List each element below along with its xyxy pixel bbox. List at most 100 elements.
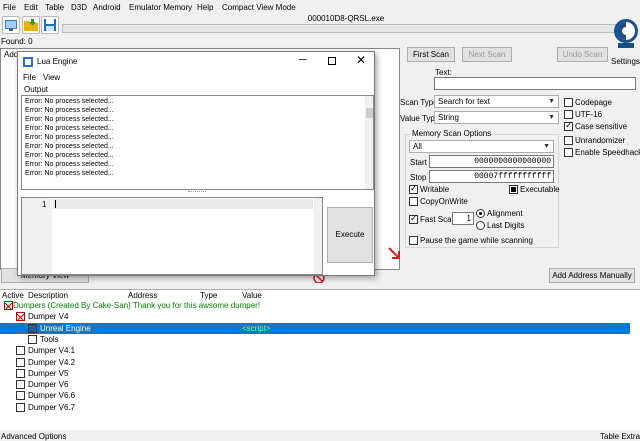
scan-type-select[interactable]: Search for text ▼	[434, 95, 559, 108]
editor-scrollbar[interactable]	[314, 198, 322, 274]
column-address[interactable]: Address	[128, 291, 157, 300]
output-line: Error: No process selected...	[25, 161, 114, 168]
address-row[interactable]: Dumper V6.6	[0, 390, 630, 401]
address-row[interactable]: Dumper V4.1	[0, 345, 630, 356]
memory-region-value: All	[413, 142, 422, 151]
lua-window-title: Lua Engine	[37, 57, 78, 66]
speedhack-label: Enable Speedhack	[575, 148, 640, 157]
last-digits-radio[interactable]	[476, 221, 485, 230]
minimize-icon[interactable]: ─	[299, 54, 307, 66]
address-active-checkbox[interactable]	[4, 301, 13, 311]
lua-output-label: Output	[24, 85, 49, 94]
address-row[interactable]: Dumper V6	[0, 379, 630, 390]
address-active-checkbox[interactable]	[16, 346, 25, 356]
case-sensitive-checkbox[interactable]	[564, 120, 573, 131]
address-active-checkbox[interactable]	[16, 357, 25, 367]
output-line: Error: No process selected...	[25, 125, 114, 132]
select-process-icon[interactable]	[2, 16, 20, 34]
stop-address-input[interactable]: 00007fffffffffff	[429, 170, 554, 183]
scrollbar-thumb[interactable]	[366, 108, 373, 118]
menu-android[interactable]: Android	[93, 3, 121, 12]
column-active[interactable]: Active	[2, 291, 24, 300]
menu-help[interactable]: Help	[197, 3, 213, 12]
address-description: Dumper V6.7	[28, 402, 76, 412]
address-active-checkbox[interactable]	[28, 334, 37, 344]
address-row[interactable]: Unreal Engine <script>	[0, 322, 630, 334]
fast-scan-checkbox[interactable]	[409, 213, 418, 224]
table-extras-link[interactable]: Table Extras	[600, 432, 640, 441]
lua-output-box[interactable]: Error: No process selected... Error: No …	[21, 95, 374, 190]
address-row[interactable]: Dumper V4	[0, 311, 630, 322]
utf16-checkbox[interactable]	[564, 110, 573, 119]
output-line: Error: No process selected...	[25, 134, 114, 141]
speedhack-checkbox[interactable]	[564, 148, 573, 157]
text-cursor	[55, 200, 56, 208]
execute-button[interactable]: Execute	[327, 207, 373, 263]
address-row[interactable]: Dumper V4.2	[0, 357, 630, 368]
address-active-checkbox[interactable]	[28, 323, 37, 333]
menu-file[interactable]: File	[3, 3, 16, 12]
address-description: Dumpers (Created By Cake-San) Thank you …	[13, 301, 261, 310]
codepage-label: Codepage	[575, 98, 612, 107]
writable-checkbox[interactable]	[409, 183, 418, 194]
add-address-manually-button[interactable]: Add Address Manually	[549, 268, 635, 283]
pause-game-checkbox[interactable]	[409, 236, 418, 245]
column-type[interactable]: Type	[200, 291, 217, 300]
address-row[interactable]: Tools	[0, 334, 630, 345]
save-disk-icon[interactable]	[41, 16, 59, 34]
lua-engine-window: Lua Engine ─ ✕ File View Output Error: N…	[17, 51, 375, 276]
start-address-input[interactable]: 0000000000000000	[429, 155, 554, 168]
address-description: Dumper V4	[28, 312, 69, 322]
menu-emulator-memory[interactable]: Emulator Memory	[129, 3, 192, 12]
address-active-checkbox[interactable]	[16, 368, 25, 378]
cheat-engine-logo[interactable]: Settings	[611, 15, 640, 66]
address-description: Dumper V5	[28, 368, 69, 378]
close-icon[interactable]: ✕	[356, 53, 366, 67]
menu-edit[interactable]: Edit	[24, 3, 38, 12]
column-value[interactable]: Value	[242, 291, 262, 300]
menu-compact-view-mode[interactable]: Compact View Mode	[222, 3, 296, 12]
column-description[interactable]: Description	[28, 291, 68, 300]
address-active-checkbox[interactable]	[16, 402, 25, 412]
open-folder-icon[interactable]	[22, 16, 40, 34]
menu-table[interactable]: Table	[45, 3, 64, 12]
maximize-icon[interactable]	[328, 57, 336, 65]
address-active-checkbox[interactable]	[16, 380, 25, 390]
copy-on-write-checkbox[interactable]	[409, 197, 418, 206]
address-row[interactable]: Dumper V6.7	[0, 402, 630, 413]
add-to-list-arrow-icon[interactable]	[387, 246, 401, 260]
lua-window-icon	[23, 57, 33, 67]
output-scrollbar[interactable]	[365, 96, 373, 189]
unrandomizer-checkbox[interactable]	[564, 136, 573, 145]
advanced-options-link[interactable]: Advanced Options	[1, 432, 66, 441]
first-scan-button[interactable]: First Scan	[407, 47, 455, 62]
address-row[interactable]: Dumpers (Created By Cake-San) Thank you …	[0, 300, 630, 311]
alignment-radio[interactable]	[476, 209, 485, 218]
value-type-select[interactable]: String ▼	[434, 111, 559, 124]
fast-scan-alignment-input[interactable]: 1	[452, 212, 474, 225]
copy-on-write-label: CopyOnWrite	[420, 197, 468, 206]
menu-d3d[interactable]: D3D	[71, 3, 87, 12]
lua-script-editor[interactable]: 1	[21, 197, 323, 275]
address-description: Unreal Engine	[40, 323, 91, 333]
address-row[interactable]: Dumper V5	[0, 368, 630, 379]
next-scan-button[interactable]: Next Scan	[462, 47, 512, 62]
lua-menu-file[interactable]: File	[23, 73, 36, 82]
output-line: Error: No process selected...	[25, 116, 114, 123]
splitter-grip[interactable]	[188, 191, 206, 194]
chevron-down-icon: ▼	[548, 114, 555, 121]
scan-text-input[interactable]	[434, 77, 636, 90]
address-active-checkbox[interactable]	[16, 312, 25, 322]
executable-checkbox[interactable]	[509, 185, 518, 194]
undo-scan-button[interactable]: Undo Scan	[557, 47, 608, 62]
executable-label: Executable	[520, 185, 560, 194]
memory-region-select[interactable]: All ▼	[409, 140, 554, 153]
utf16-label: UTF-16	[575, 110, 603, 119]
settings-label[interactable]: Settings	[611, 57, 640, 66]
last-digits-label: Last Digits	[487, 221, 525, 230]
address-active-checkbox[interactable]	[16, 391, 25, 401]
output-line: Error: No process selected...	[25, 107, 114, 114]
codepage-checkbox[interactable]	[564, 98, 573, 107]
lua-menu-view[interactable]: View	[43, 73, 60, 82]
chevron-down-icon: ▼	[543, 143, 550, 150]
